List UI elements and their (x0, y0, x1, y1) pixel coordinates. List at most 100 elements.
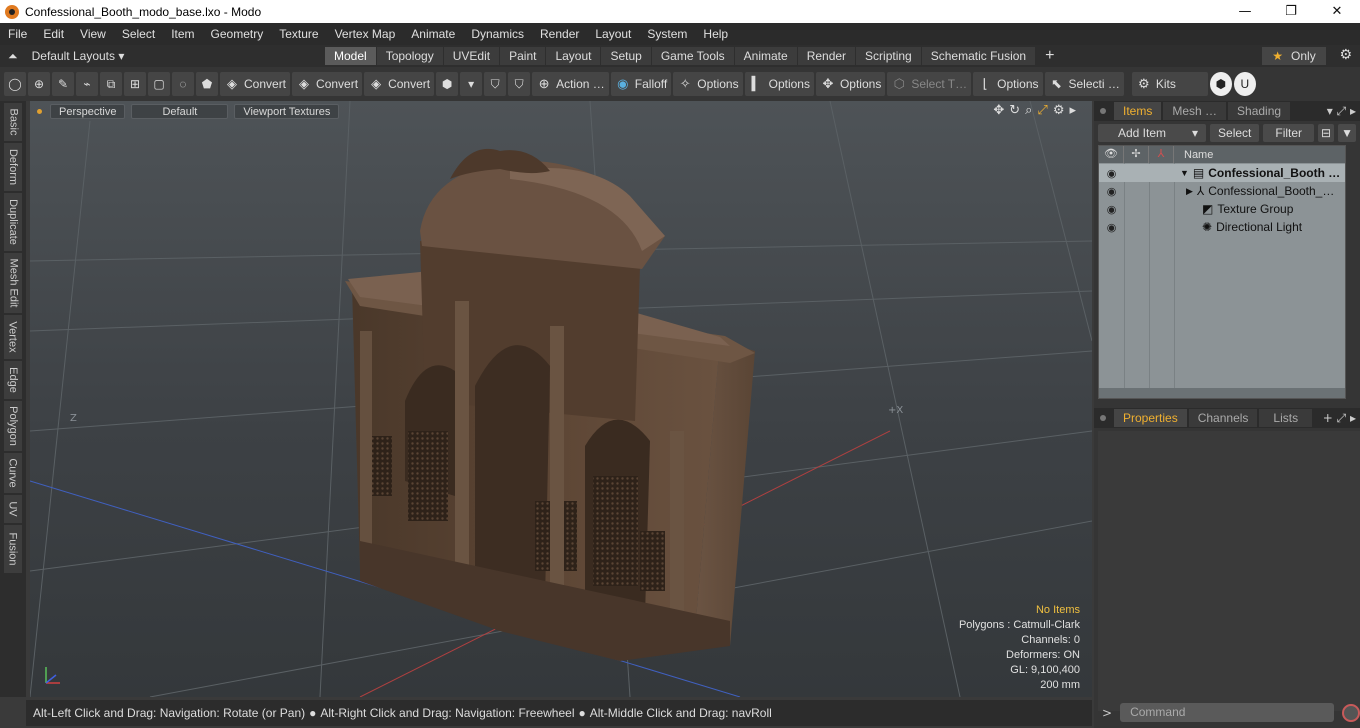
tab-uvedit[interactable]: UVEdit (443, 47, 500, 65)
eye-icon[interactable]: ◉ (1099, 167, 1124, 180)
side-tab-mesh-edit[interactable]: Mesh Edit (4, 253, 22, 313)
polygon-mode-button[interactable]: ⊞ (124, 72, 146, 96)
tab-game-tools[interactable]: Game Tools (651, 47, 734, 65)
zoom-icon[interactable]: ⌕ (1025, 103, 1032, 118)
list-item[interactable]: ◉ ✺ Directional Light (1099, 218, 1345, 236)
command-input[interactable]: Command (1120, 703, 1334, 722)
side-tab-basic[interactable]: Basic (4, 103, 22, 141)
panel-controls[interactable]: + ⤢ ▸ (1323, 411, 1356, 426)
tab-shading[interactable]: Shading (1228, 102, 1291, 120)
visibility-column-icon[interactable]: 👁 (1099, 146, 1124, 163)
tab-topology[interactable]: Topology (376, 47, 443, 65)
maximize-button[interactable]: ❐ (1268, 0, 1314, 23)
menu-render[interactable]: Render (532, 27, 587, 41)
gear-icon[interactable]: ⚙ (1339, 47, 1352, 63)
convert-button-3[interactable]: ◈ Convert (364, 72, 435, 96)
edge-mode-button[interactable]: ⧉ (100, 72, 122, 96)
vertex-mode-button[interactable]: ◯ (4, 72, 26, 96)
tab-items[interactable]: Items (1114, 102, 1162, 120)
side-tab-uv[interactable]: UV (4, 495, 22, 523)
viewport-textures-button[interactable]: Viewport Textures (234, 103, 340, 119)
tab-mesh[interactable]: Mesh … (1163, 102, 1227, 120)
side-tab-duplicate[interactable]: Duplicate (4, 193, 22, 251)
tab-layout[interactable]: Layout (546, 47, 601, 65)
menu-view[interactable]: View (72, 27, 114, 41)
eye-icon[interactable]: ◉ (1099, 185, 1124, 198)
symmetry-button[interactable]: ⛉ (484, 72, 507, 96)
list-item[interactable]: ◉ ▼ ▤ Confessional_Booth … (1099, 164, 1345, 182)
menu-animate[interactable]: Animate (403, 27, 463, 41)
selection-button[interactable]: ⬉ Selecti … (1044, 72, 1124, 96)
panel-controls[interactable]: ▾ ⤢ ▸ (1327, 104, 1356, 119)
viewport-more-icon[interactable]: ▸ (1069, 103, 1076, 118)
options-button-4[interactable]: ⌊ Options (973, 72, 1043, 96)
pan-icon[interactable]: ✥ (993, 103, 1004, 118)
eye-icon[interactable]: ◉ (1099, 203, 1124, 216)
minimize-button[interactable]: — (1222, 0, 1268, 23)
material-mode-button[interactable]: ◌ (172, 72, 194, 96)
select-button[interactable]: Select (1210, 124, 1260, 142)
lock-column-icon[interactable]: ✢ (1124, 146, 1149, 163)
options-button-2[interactable]: ▍ Options (744, 72, 814, 96)
collapse-icon[interactable]: ⊟ (1318, 124, 1335, 142)
record-stop-icon[interactable] (1342, 703, 1360, 722)
kits-button[interactable]: ⚙ Kits (1131, 72, 1208, 96)
menu-help[interactable]: Help (695, 27, 736, 41)
only-toggle[interactable]: ★ Only (1262, 47, 1326, 65)
side-tab-fusion[interactable]: Fusion (4, 525, 22, 573)
tab-paint[interactable]: Paint (500, 47, 546, 65)
snap-button[interactable]: ⛉ (508, 72, 531, 96)
unreal-button[interactable]: U (1233, 72, 1256, 96)
tab-channels[interactable]: Channels (1188, 409, 1258, 427)
tab-scripting[interactable]: Scripting (856, 47, 921, 65)
menu-edit[interactable]: Edit (35, 27, 72, 41)
maximize-view-icon[interactable]: ⤢ (1037, 103, 1047, 118)
dropdown-button[interactable]: ▾ (460, 72, 483, 96)
side-tab-edge[interactable]: Edge (4, 361, 22, 399)
3d-viewport[interactable]: Perspective Default Viewport Textures ✥ … (30, 101, 1092, 697)
panel-menu-dot[interactable] (1100, 108, 1106, 114)
tab-lists[interactable]: Lists (1259, 409, 1313, 427)
layouts-dropdown[interactable]: ⏶ Default Layouts ▾ (0, 49, 325, 64)
menu-vertex-map[interactable]: Vertex Map (327, 27, 404, 41)
tab-schematic-fusion[interactable]: Schematic Fusion (921, 47, 1036, 65)
side-tab-polygon[interactable]: Polygon (4, 401, 22, 451)
select-tool-button[interactable]: ⬡ Select T… (887, 72, 972, 96)
filter-button[interactable]: Filter (1263, 124, 1315, 142)
side-tab-deform[interactable]: Deform (4, 143, 22, 191)
brush-tool-button[interactable]: ⌁ (76, 72, 98, 96)
name-column-header[interactable]: Name (1174, 149, 1213, 161)
panel-menu-dot[interactable] (1100, 415, 1106, 421)
shading-style-button[interactable]: Default (131, 103, 229, 119)
add-item-button[interactable]: Add Item ▾ (1098, 124, 1207, 142)
action-center-button[interactable]: ⊕ Action … (532, 72, 609, 96)
menu-file[interactable]: File (0, 27, 35, 41)
expand-arrow-icon[interactable]: ▼ (1180, 168, 1189, 178)
tab-render[interactable]: Render (797, 47, 856, 65)
menu-dynamics[interactable]: Dynamics (463, 27, 532, 41)
menu-geometry[interactable]: Geometry (203, 27, 272, 41)
tab-model[interactable]: Model (325, 47, 376, 65)
pen-tool-button[interactable]: ✎ (52, 72, 74, 96)
menu-texture[interactable]: Texture (271, 27, 326, 41)
item-list-scrollbar[interactable] (1099, 388, 1345, 398)
item-mode-button[interactable]: ▢ (148, 72, 170, 96)
options-button-3[interactable]: ✥ Options (815, 72, 886, 96)
unity-button[interactable]: ⬢ (1209, 72, 1232, 96)
shield-mode-button[interactable]: ⬟ (196, 72, 218, 96)
rotate-icon[interactable]: ↻ (1009, 103, 1020, 118)
tab-setup[interactable]: Setup (601, 47, 651, 65)
menu-system[interactable]: System (639, 27, 695, 41)
mesh-button[interactable]: ⬢ (436, 72, 459, 96)
list-item[interactable]: ◉ ◩ Texture Group (1099, 200, 1345, 218)
render-column-icon[interactable]: ⅄ (1149, 146, 1174, 163)
close-button[interactable]: ✕ (1314, 0, 1360, 23)
side-tab-vertex[interactable]: Vertex (4, 315, 22, 359)
side-tab-curve[interactable]: Curve (4, 453, 22, 493)
viewport-menu-dot[interactable] (37, 108, 42, 114)
menu-select[interactable]: Select (114, 27, 163, 41)
viewport-settings-icon[interactable]: ⚙ (1053, 103, 1065, 118)
convert-button-1[interactable]: ◈ Convert (220, 72, 291, 96)
funnel-icon[interactable]: ▼ (1338, 124, 1356, 142)
eye-icon[interactable]: ◉ (1099, 221, 1124, 234)
